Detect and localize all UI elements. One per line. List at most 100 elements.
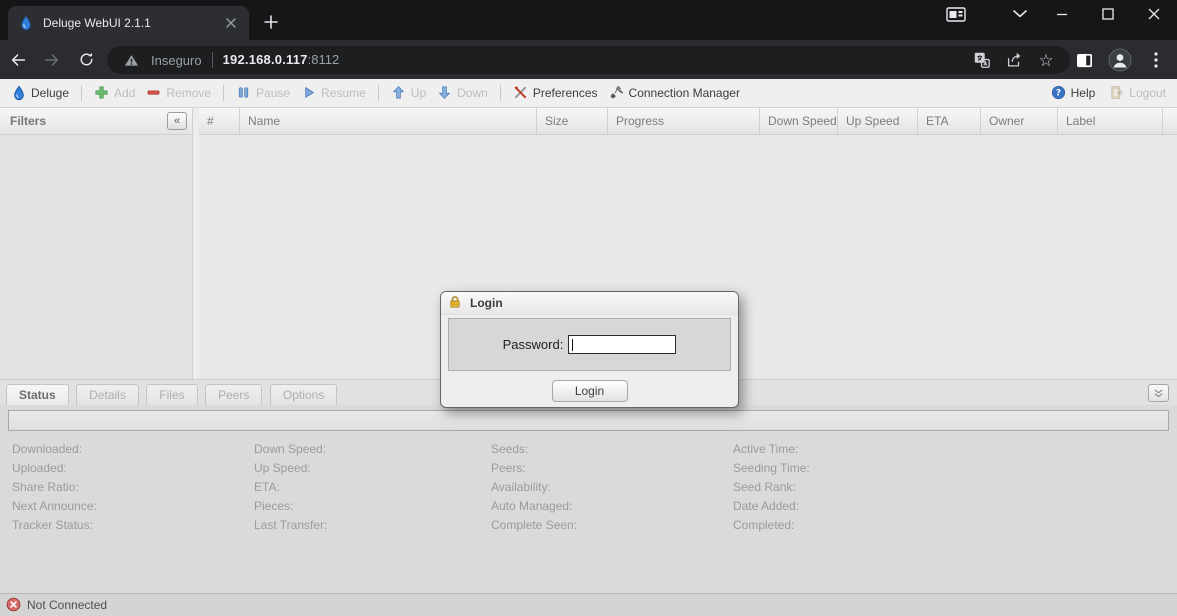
add-torrent-button: Add bbox=[91, 83, 138, 103]
label-complete-seen: Complete Seen: bbox=[491, 516, 726, 535]
resume-icon bbox=[301, 85, 317, 101]
tab-peers[interactable]: Peers bbox=[205, 384, 262, 406]
column-header-progress[interactable]: Progress bbox=[608, 108, 760, 134]
column-header-owner[interactable]: Owner bbox=[981, 108, 1058, 134]
arrow-down-icon bbox=[437, 85, 453, 101]
column-header-size[interactable]: Size bbox=[537, 108, 608, 134]
status-column-1: Downloaded: Uploaded: Share Ratio: Next … bbox=[12, 440, 247, 535]
plug-icon bbox=[609, 85, 625, 101]
column-header-spacer bbox=[1163, 108, 1177, 134]
column-header-number[interactable]: # bbox=[199, 108, 240, 134]
security-label[interactable]: Inseguro bbox=[151, 53, 202, 68]
queue-down-button: Down bbox=[434, 83, 491, 103]
tab-preview-icon[interactable] bbox=[941, 2, 971, 26]
status-details-panel: Downloaded: Uploaded: Share Ratio: Next … bbox=[0, 405, 1177, 593]
label-active-time: Active Time: bbox=[733, 440, 968, 459]
label-last-transfer: Last Transfer: bbox=[254, 516, 489, 535]
minimize-button[interactable] bbox=[1039, 0, 1085, 28]
label-up-speed: Up Speed: bbox=[254, 459, 489, 478]
tab-search-chevron-icon[interactable] bbox=[1005, 2, 1035, 26]
filters-collapse-button[interactable]: « bbox=[167, 112, 187, 130]
back-button[interactable] bbox=[2, 44, 34, 76]
password-label: Password: bbox=[503, 337, 564, 352]
omnibox[interactable]: Inseguro 192.168.0.117:8112 ☆ bbox=[107, 46, 1070, 74]
screen: Deluge WebUI 2.1.1 bbox=[0, 0, 1177, 616]
reload-button[interactable] bbox=[70, 44, 102, 76]
preferences-button[interactable]: Preferences bbox=[510, 83, 601, 103]
column-header-up-speed[interactable]: Up Speed bbox=[838, 108, 918, 134]
tab-status[interactable]: Status bbox=[6, 384, 69, 406]
login-dialog-header[interactable]: Login bbox=[441, 292, 738, 315]
new-tab-button[interactable] bbox=[261, 12, 281, 32]
close-window-button[interactable] bbox=[1131, 0, 1177, 28]
label-seeding-time: Seeding Time: bbox=[733, 459, 968, 478]
help-button[interactable]: ? Help bbox=[1048, 83, 1099, 103]
text-caret bbox=[572, 339, 573, 351]
forward-button[interactable] bbox=[36, 44, 68, 76]
bookmark-star-icon[interactable]: ☆ bbox=[1034, 48, 1058, 72]
deluge-app-label: Deluge bbox=[31, 86, 69, 100]
login-dialog-title: Login bbox=[470, 296, 503, 310]
not-connected-icon bbox=[6, 597, 22, 613]
deluge-favicon-icon bbox=[18, 15, 34, 31]
tab-files[interactable]: Files bbox=[146, 384, 197, 406]
label-completed: Completed: bbox=[733, 516, 968, 535]
label-share-ratio: Share Ratio: bbox=[12, 478, 247, 497]
tab-options[interactable]: Options bbox=[270, 384, 337, 406]
label-downloaded: Downloaded: bbox=[12, 440, 247, 459]
column-header-name[interactable]: Name bbox=[240, 108, 537, 134]
browser-tab[interactable]: Deluge WebUI 2.1.1 bbox=[8, 6, 249, 40]
label-tracker-status: Tracker Status: bbox=[12, 516, 247, 535]
torrent-progress-bar bbox=[8, 410, 1169, 431]
toolbar-separator bbox=[81, 85, 82, 101]
omnibox-separator bbox=[212, 52, 213, 68]
remove-icon bbox=[146, 85, 162, 101]
label-pieces: Pieces: bbox=[254, 497, 489, 516]
url-host: 192.168.0.117:8112 bbox=[223, 51, 340, 69]
browser-menu-icon[interactable] bbox=[1141, 45, 1171, 75]
translate-icon[interactable] bbox=[970, 48, 994, 72]
label-seeds: Seeds: bbox=[491, 440, 726, 459]
profile-avatar[interactable] bbox=[1105, 45, 1135, 75]
connection-status-text: Not Connected bbox=[27, 598, 107, 612]
tab-close-icon[interactable] bbox=[223, 15, 239, 31]
details-collapse-button[interactable] bbox=[1148, 384, 1169, 402]
login-submit-button[interactable]: Login bbox=[552, 380, 628, 402]
status-column-3: Seeds: Peers: Availability: Auto Managed… bbox=[491, 440, 726, 535]
connection-manager-button[interactable]: Connection Manager bbox=[606, 83, 743, 103]
pause-button: Pause bbox=[233, 83, 293, 103]
share-icon[interactable] bbox=[1002, 48, 1026, 72]
queue-up-button: Up bbox=[388, 83, 429, 103]
logout-button: Logout bbox=[1106, 83, 1169, 103]
label-next-announce: Next Announce: bbox=[12, 497, 247, 516]
connection-status-bar: Not Connected bbox=[0, 593, 1177, 616]
tab-details[interactable]: Details bbox=[76, 384, 139, 406]
column-header-label[interactable]: Label bbox=[1058, 108, 1163, 134]
column-header-down-speed[interactable]: Down Speed bbox=[760, 108, 838, 134]
filters-panel-body bbox=[0, 135, 193, 379]
tab-title: Deluge WebUI 2.1.1 bbox=[43, 16, 214, 30]
toolbar-separator bbox=[500, 85, 501, 101]
browser-tab-strip: Deluge WebUI 2.1.1 bbox=[0, 0, 1177, 40]
logout-door-icon bbox=[1109, 85, 1125, 101]
deluge-drop-icon bbox=[11, 85, 27, 101]
resume-button: Resume bbox=[298, 83, 369, 103]
maximize-button[interactable] bbox=[1085, 0, 1131, 28]
toolbar-separator bbox=[378, 85, 379, 101]
side-panel-icon[interactable] bbox=[1069, 45, 1099, 75]
login-dialog: Login Password: Login bbox=[440, 291, 739, 408]
column-header-eta[interactable]: ETA bbox=[918, 108, 981, 134]
label-seed-rank: Seed Rank: bbox=[733, 478, 968, 497]
preferences-tools-icon bbox=[513, 85, 529, 101]
help-icon: ? bbox=[1051, 85, 1067, 101]
not-secure-warning-icon[interactable] bbox=[119, 48, 143, 72]
status-column-2: Down Speed: Up Speed: ETA: Pieces: Last … bbox=[254, 440, 489, 535]
password-input[interactable] bbox=[568, 335, 676, 354]
label-down-speed: Down Speed: bbox=[254, 440, 489, 459]
filters-title: Filters bbox=[10, 114, 46, 128]
add-icon bbox=[94, 85, 110, 101]
status-column-4: Active Time: Seeding Time: Seed Rank: Da… bbox=[733, 440, 968, 535]
padlock-icon bbox=[448, 295, 464, 311]
svg-text:?: ? bbox=[1056, 89, 1061, 99]
torrent-table-header: # Name Size Progress Down Speed Up Speed… bbox=[199, 108, 1177, 135]
